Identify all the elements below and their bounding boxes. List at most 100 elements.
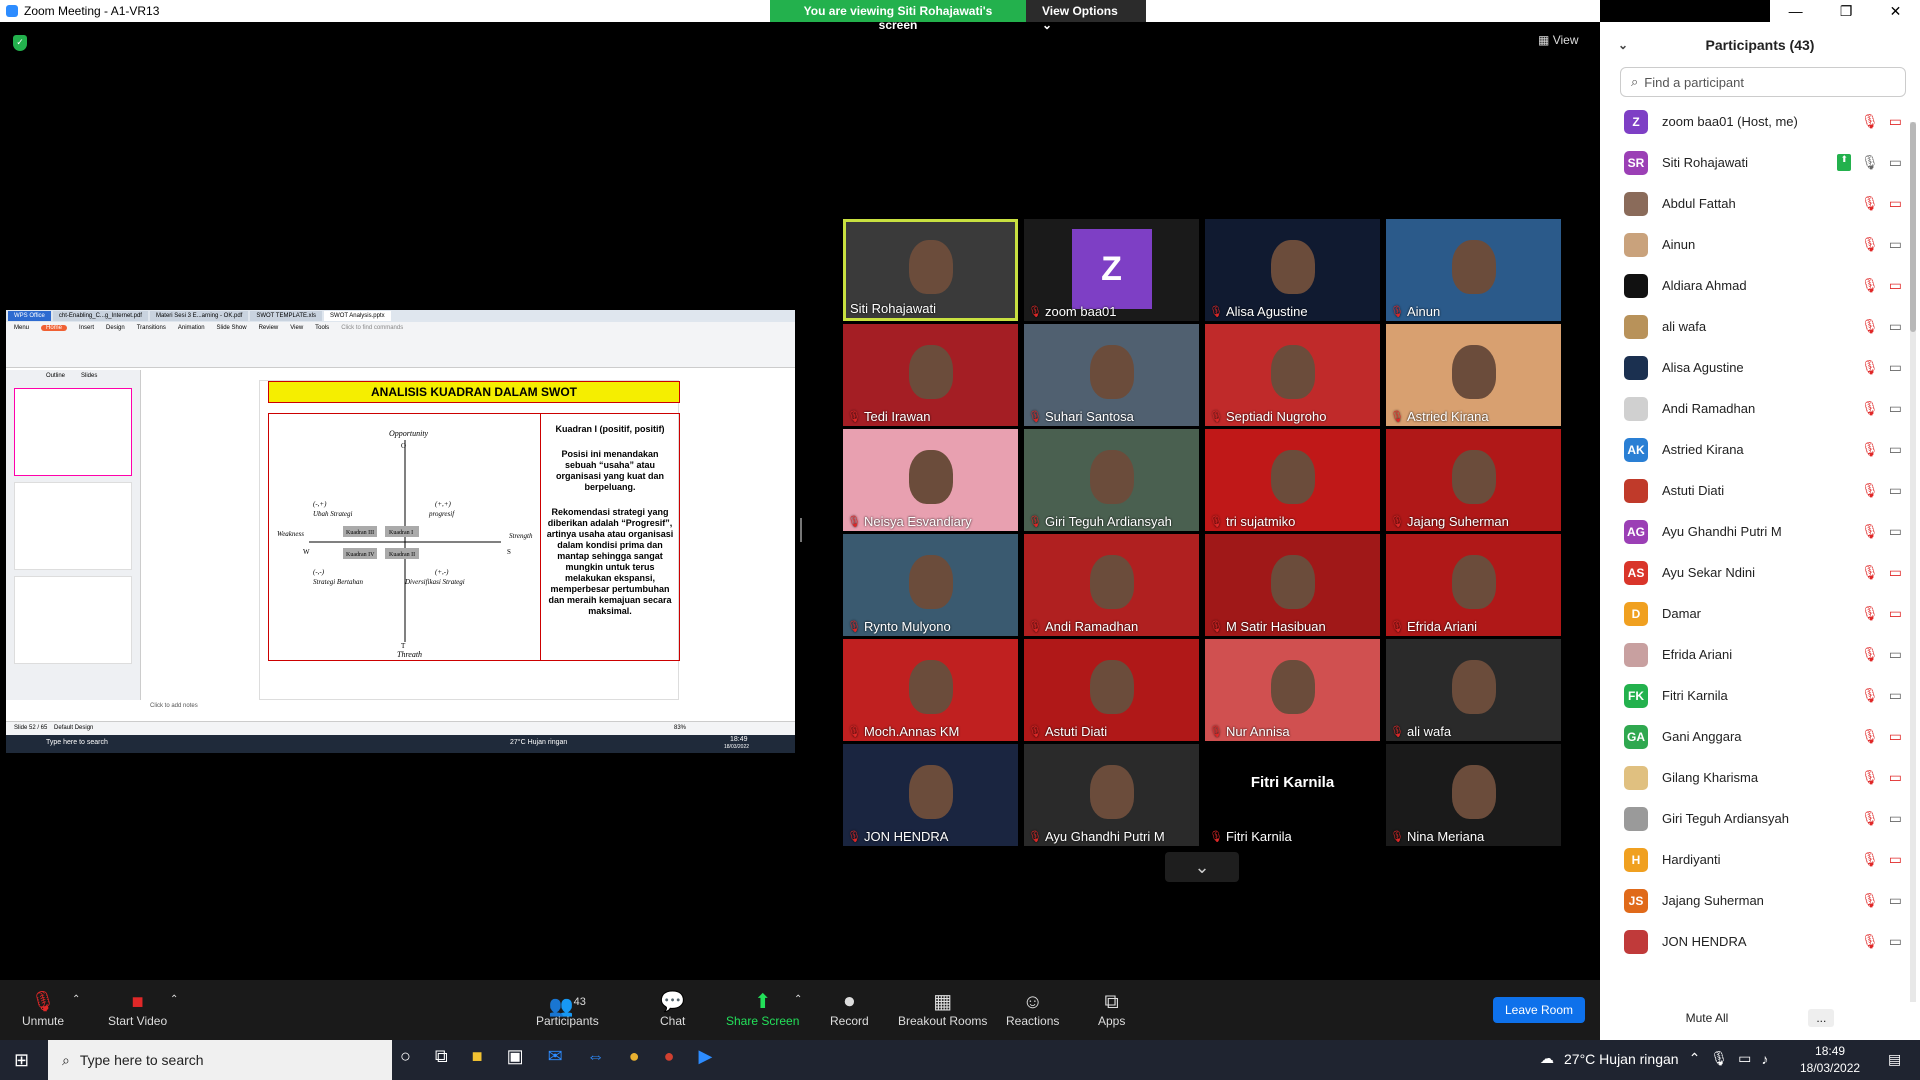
teamviewer-icon[interactable]: ⇔ bbox=[587, 1046, 605, 1067]
wps-tab-active[interactable]: SWOT Analysis.pptx bbox=[324, 311, 391, 321]
apps-button[interactable]: ⧉ Apps bbox=[1098, 990, 1125, 1028]
video-tile[interactable]: 🎙 Neisya Esvandiary bbox=[843, 429, 1018, 531]
maximize-icon[interactable]: ❐ bbox=[1840, 3, 1853, 20]
video-tile[interactable]: Z 🎙 zoom baa01 bbox=[1024, 219, 1199, 321]
participant-row[interactable]: Abdul Fattah 🎙 ▭ bbox=[1600, 183, 1920, 224]
participant-row[interactable]: Andi Ramadhan 🎙 ▭ bbox=[1600, 388, 1920, 429]
participant-scrollbar[interactable] bbox=[1910, 122, 1916, 1002]
video-tile[interactable]: Siti Rohajawati bbox=[843, 219, 1018, 321]
taskbar-search-input[interactable]: ⌕ Type here to search bbox=[48, 1040, 392, 1080]
slide-thumbnail-active[interactable] bbox=[14, 388, 132, 476]
participant-row[interactable]: Astuti Diati 🎙 ▭ bbox=[1600, 470, 1920, 511]
taskbar-clock[interactable]: 18:49 18/03/2022 bbox=[1800, 1043, 1860, 1077]
collapse-chevron-icon[interactable]: ⌄ bbox=[1618, 38, 1628, 52]
video-tile[interactable]: 🎙 JON HENDRA bbox=[843, 744, 1018, 846]
video-tile[interactable]: 🎙 Efrida Ariani bbox=[1386, 534, 1561, 636]
zoom-taskbar-icon[interactable]: ▶ bbox=[698, 1046, 712, 1067]
notifications-icon[interactable]: ▤ bbox=[1888, 1051, 1901, 1068]
video-tile[interactable]: 🎙 Ainun bbox=[1386, 219, 1561, 321]
split-resize-handle[interactable] bbox=[800, 518, 802, 542]
participant-search-input[interactable]: ⌕ Find a participant bbox=[1620, 67, 1906, 97]
video-tile[interactable]: 🎙 Septiadi Nugroho bbox=[1205, 324, 1380, 426]
video-tile[interactable]: 🎙 Ayu Ghandhi Putri M bbox=[1024, 744, 1199, 846]
video-tile[interactable]: 🎙 M Satir Hasibuan bbox=[1205, 534, 1380, 636]
participant-row[interactable]: Giri Teguh Ardiansyah 🎙 ▭ bbox=[1600, 798, 1920, 839]
menu-item[interactable]: Menu bbox=[14, 325, 29, 331]
participant-row[interactable]: FK Fitri Karnila 🎙 ▭ bbox=[1600, 675, 1920, 716]
participant-row[interactable]: Gilang Kharisma 🎙 ▭ bbox=[1600, 757, 1920, 798]
participant-row[interactable]: Aldiara Ahmad 🎙 ▭ bbox=[1600, 265, 1920, 306]
video-options-caret[interactable]: ⌃ bbox=[170, 994, 178, 1005]
command-search[interactable]: Click to find commands bbox=[341, 325, 403, 331]
notes-placeholder[interactable]: Click to add notes bbox=[150, 703, 198, 709]
windows-start-icon[interactable]: ⊞ bbox=[14, 1050, 29, 1071]
share-screen-button[interactable]: ⬆ Share Screen bbox=[726, 990, 799, 1028]
participant-row[interactable]: Alisa Agustine 🎙 ▭ bbox=[1600, 347, 1920, 388]
video-tile[interactable]: 🎙 Nur Annisa bbox=[1205, 639, 1380, 741]
menu-item[interactable]: View bbox=[290, 325, 303, 331]
more-options-button[interactable]: ... bbox=[1808, 1009, 1835, 1027]
wps-tab[interactable]: WPS Office bbox=[8, 311, 51, 321]
participant-row[interactable]: Zzoom baa01 (Host, me) 🎙 ▭ bbox=[1600, 101, 1920, 142]
view-options-button[interactable]: View Options ⌄ bbox=[1026, 0, 1146, 32]
unmute-button[interactable]: 🎙 Unmute bbox=[22, 990, 64, 1028]
reactions-button[interactable]: ☺ Reactions bbox=[1006, 990, 1059, 1028]
video-tile[interactable]: 🎙 Nina Meriana bbox=[1386, 744, 1561, 846]
slides-tab[interactable]: Slides bbox=[81, 373, 97, 379]
menu-item[interactable]: Animation bbox=[178, 325, 205, 331]
weather-text[interactable]: 27°C Hujan ringan bbox=[1564, 1051, 1679, 1067]
breakout-rooms-button[interactable]: ▦ Breakout Rooms bbox=[898, 990, 987, 1028]
participant-row[interactable]: JON HENDRA 🎙 ▭ bbox=[1600, 921, 1920, 962]
participant-row[interactable]: D Damar 🎙 ▭ bbox=[1600, 593, 1920, 634]
wps-tab[interactable]: SWOT TEMPLATE.xls bbox=[250, 311, 323, 321]
video-tile[interactable]: 🎙 Suhari Santosa bbox=[1024, 324, 1199, 426]
audio-options-caret[interactable]: ⌃ bbox=[72, 994, 80, 1005]
video-tile[interactable]: Fitri Karnila 🎙 Fitri Karnila bbox=[1205, 744, 1380, 846]
menu-item[interactable]: Review bbox=[259, 325, 279, 331]
network-icon[interactable]: ▭ bbox=[1738, 1050, 1751, 1067]
menu-item-home[interactable]: Home bbox=[41, 325, 68, 331]
video-tile[interactable]: 🎙 ali wafa bbox=[1386, 639, 1561, 741]
store-icon[interactable]: ▣ bbox=[507, 1046, 524, 1067]
menu-item[interactable]: Slide Show bbox=[217, 325, 247, 331]
video-tile[interactable]: 🎙 Astuti Diati bbox=[1024, 639, 1199, 741]
wps-tab[interactable]: Materi Sesi 3 E...arning - OK.pdf bbox=[149, 311, 249, 321]
wps-tab[interactable]: cht-Enabling_C...g_Internet.pdf bbox=[52, 311, 148, 321]
participant-row[interactable]: H Hardiyanti 🎙 ▭ bbox=[1600, 839, 1920, 880]
video-tile[interactable]: 🎙 Alisa Agustine bbox=[1205, 219, 1380, 321]
chrome-profile-icon[interactable]: ● bbox=[664, 1046, 675, 1067]
scrollbar-thumb[interactable] bbox=[1910, 122, 1916, 332]
participant-row[interactable]: AS Ayu Sekar Ndini 🎙 ▭ bbox=[1600, 552, 1920, 593]
menu-item[interactable]: Design bbox=[106, 325, 125, 331]
video-tile[interactable]: 🎙 Rynto Mulyono bbox=[843, 534, 1018, 636]
cortana-icon[interactable]: ○ bbox=[400, 1046, 411, 1067]
participant-row[interactable]: GA Gani Anggara 🎙 ▭ bbox=[1600, 716, 1920, 757]
participant-row[interactable]: ali wafa 🎙 ▭ bbox=[1600, 306, 1920, 347]
volume-icon[interactable]: ♪ bbox=[1761, 1051, 1768, 1067]
task-view-icon[interactable]: ⧉ bbox=[435, 1046, 448, 1067]
participant-row[interactable]: SR Siti Rohajawati ⬆ 🎙 ▭ bbox=[1600, 142, 1920, 183]
leave-room-button[interactable]: Leave Room bbox=[1493, 997, 1585, 1023]
video-tile[interactable]: 🎙 Giri Teguh Ardiansyah bbox=[1024, 429, 1199, 531]
chat-button[interactable]: 💬 Chat bbox=[660, 990, 685, 1028]
slide-thumbnail[interactable] bbox=[14, 576, 132, 664]
mail-icon[interactable]: ✉ bbox=[548, 1046, 563, 1067]
chevron-down-icon[interactable]: ⌄ bbox=[1165, 852, 1239, 882]
menu-item[interactable]: Tools bbox=[315, 325, 329, 331]
mic-icon[interactable]: 🎙 bbox=[1710, 1050, 1728, 1067]
outline-tab[interactable]: Outline bbox=[46, 373, 65, 379]
start-video-button[interactable]: ■ Start Video bbox=[108, 990, 167, 1028]
encryption-shield-icon[interactable]: ✓ bbox=[13, 35, 27, 51]
participants-button[interactable]: 👥43 Participants bbox=[536, 990, 599, 1028]
close-icon[interactable]: ✕ bbox=[1890, 3, 1902, 20]
video-tile[interactable]: 🎙 Tedi Irawan bbox=[843, 324, 1018, 426]
file-explorer-icon[interactable]: ■ bbox=[472, 1046, 483, 1067]
participant-row[interactable]: Efrida Ariani 🎙 ▭ bbox=[1600, 634, 1920, 675]
video-tile[interactable]: 🎙 Astried Kirana bbox=[1386, 324, 1561, 426]
slide-thumbnail[interactable] bbox=[14, 482, 132, 570]
share-options-caret[interactable]: ⌃ bbox=[794, 994, 802, 1005]
video-tile[interactable]: 🎙 Moch.Annas KM bbox=[843, 639, 1018, 741]
video-tile[interactable]: 🎙 tri sujatmiko bbox=[1205, 429, 1380, 531]
menu-item[interactable]: Transitions bbox=[137, 325, 166, 331]
participant-row[interactable]: AK Astried Kirana 🎙 ▭ bbox=[1600, 429, 1920, 470]
